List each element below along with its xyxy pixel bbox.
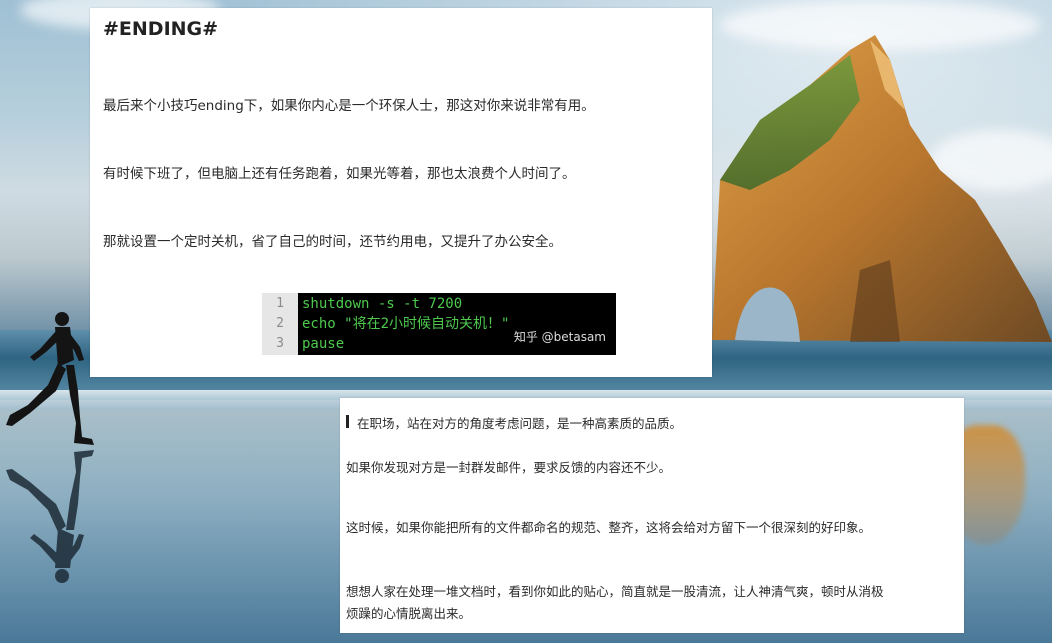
article-card-workplace: 在职场，站在对方的角度考虑问题，是一种高素质的品质。 如果你发现对方是一封群发邮… [340,398,964,633]
paragraph: 烦躁的心情脱离出来。 [346,606,472,621]
paragraph: 如果你发现对方是一封群发邮件，要求反馈的内容还不少。 [346,460,672,475]
code-block: 1 shutdown -s -t 7200 2 echo "将在2小时候自动关机… [262,293,616,355]
quote-bar [346,415,349,428]
line-number: 3 [276,336,284,351]
paragraph: 想想人家在处理一堆文档时，看到你如此的贴心，简直就是一股清流，让人神清气爽，顿时… [346,584,884,599]
line-number: 1 [276,296,284,311]
paragraph: 最后来个小技巧ending下，如果你内心是一个环保人士，那这对你来说非常有用。 [103,98,595,114]
paragraph: 那就设置一个定时关机，省了自己的时间，还节约用电，又提升了办公安全。 [103,234,562,250]
section-heading: #ENDING# [103,18,219,40]
runner-silhouette [6,312,94,445]
code-text: pause [302,336,345,352]
paragraph: 在职场，站在对方的角度考虑问题，是一种高素质的品质。 [357,416,683,431]
runner-reflection [6,450,94,583]
line-number: 2 [276,316,284,331]
code-text: shutdown -s -t 7200 [302,296,463,312]
paragraph: 这时候，如果你能把所有的文件都命名的规范、整齐，这将会给对方留下一个很深刻的好印… [346,520,872,535]
article-card-ending: #ENDING# 最后来个小技巧ending下，如果你内心是一个环保人士，那这对… [90,8,712,377]
zhihu-watermark: 知乎 @betasam [513,330,606,344]
code-line: 1 shutdown -s -t 7200 [262,294,616,314]
code-text: echo "将在2小时候自动关机！" [302,316,510,332]
paragraph: 有时候下班了，但电脑上还有任务跑着，如果光等着，那也太浪费个人时间了。 [103,166,576,182]
sea-stack-rock [712,35,1052,342]
